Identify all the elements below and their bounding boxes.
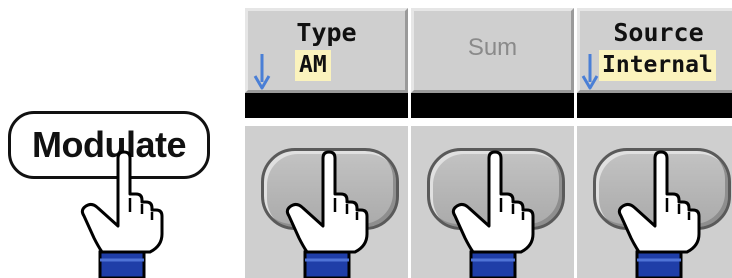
softkey-sum-label-area: Sum bbox=[411, 8, 574, 93]
pointing-hand-icon bbox=[80, 150, 164, 278]
down-arrow-icon bbox=[253, 54, 271, 90]
softkey-type-value: AM bbox=[295, 50, 331, 81]
softkey-divider bbox=[411, 93, 574, 118]
softkey-source-label-area: Source Internal bbox=[577, 8, 732, 93]
softkey-sum: Sum bbox=[411, 8, 574, 278]
softkey-sum-label: Sum bbox=[467, 34, 518, 61]
softkey-type-title: Type bbox=[296, 18, 357, 47]
softkey-source-title: Source bbox=[613, 18, 704, 47]
pointing-hand-icon bbox=[617, 150, 701, 278]
softkey-source: Source Internal bbox=[577, 8, 732, 278]
softkey-sum-button-panel bbox=[411, 126, 574, 278]
down-arrow-icon bbox=[581, 54, 599, 90]
softkey-divider bbox=[245, 93, 408, 118]
softkey-type: Type AM bbox=[245, 8, 408, 278]
pointing-hand-icon bbox=[285, 150, 369, 278]
softkey-source-button-panel bbox=[577, 126, 732, 278]
pointing-hand-icon bbox=[451, 150, 535, 278]
softkey-divider bbox=[577, 93, 732, 118]
softkey-type-button-panel bbox=[245, 126, 408, 278]
softkey-type-label-area: Type AM bbox=[245, 8, 408, 93]
softkey-source-value: Internal bbox=[599, 50, 716, 81]
